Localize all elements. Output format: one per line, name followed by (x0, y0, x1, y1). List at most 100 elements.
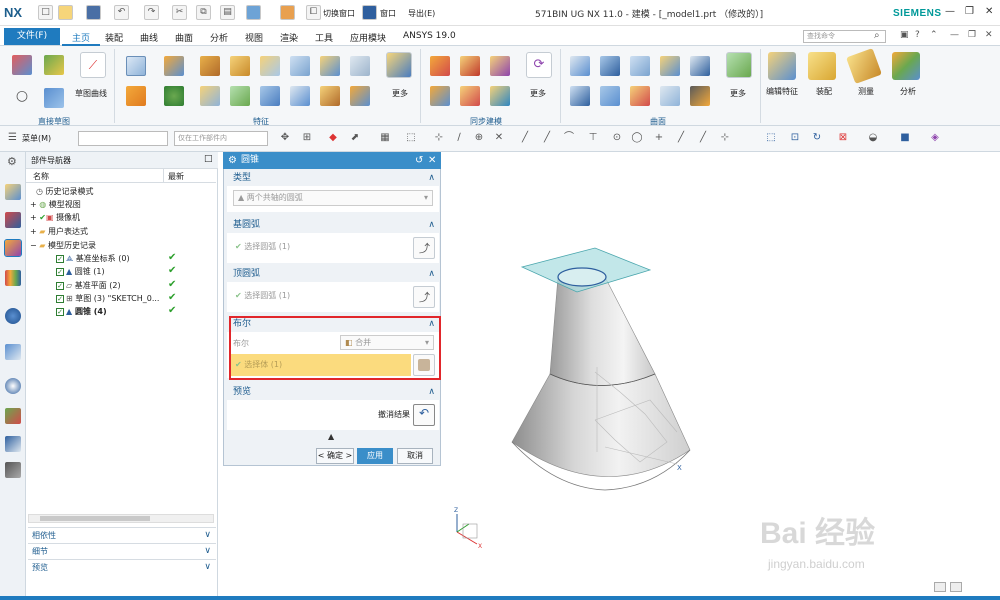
system-scene-icon[interactable] (5, 462, 21, 478)
line2-snap-icon[interactable]: ╱ (540, 131, 554, 145)
panel-dependencies[interactable]: 相依性 ∨ (28, 527, 216, 542)
tree-item-datum-plane[interactable]: ✓ ▱ 基准平面 (2) (56, 279, 121, 292)
assembly-navigator-icon[interactable] (5, 184, 21, 200)
control-point-icon[interactable]: ⊕ (472, 131, 486, 145)
window-icon[interactable] (362, 5, 377, 20)
point-snap-icon[interactable]: ◆ (326, 131, 340, 145)
tangent-icon[interactable]: ⌒ (562, 131, 576, 145)
gear-icon[interactable]: ⚙ (7, 155, 17, 168)
cone-quick-icon[interactable] (246, 5, 261, 20)
sketch-icon[interactable] (12, 55, 32, 75)
circle-snap-icon[interactable]: ◯ (630, 131, 644, 145)
process-studio-icon[interactable] (5, 408, 21, 424)
collapse-ribbon-icon[interactable]: ⌃ (930, 30, 938, 40)
select-base-arc[interactable]: ✔ 选择圆弧 (1) (235, 241, 290, 252)
graphics-window[interactable]: X Z X (445, 152, 1000, 596)
render-style-icon[interactable]: ◒ (866, 131, 880, 145)
reset-icon[interactable]: ↺ (415, 152, 423, 169)
tree-item-cameras[interactable]: + ✔▣ 摄像机 (30, 211, 80, 224)
export-menu[interactable]: 导出(E) (408, 8, 435, 19)
arc-select-icon[interactable]: ⤴ (413, 286, 435, 308)
doc-minimize-icon[interactable]: — (950, 30, 959, 40)
analysis-icon[interactable] (892, 52, 920, 80)
patch-icon[interactable] (690, 86, 710, 106)
through-curves-icon[interactable] (570, 56, 590, 76)
vector-icon[interactable]: ⬈ (348, 131, 362, 145)
filter-icon[interactable]: ⊞ (300, 131, 314, 145)
pull-face-icon[interactable] (460, 56, 480, 76)
quadrant-icon[interactable]: ⊤ (586, 131, 600, 145)
point-on-curve-icon[interactable]: ╱ (674, 131, 688, 145)
zoom-icon[interactable]: ⊡ (788, 131, 802, 145)
tab-render[interactable]: 渲染 (280, 31, 298, 44)
selection-scope-select[interactable]: 仅在工作部件内 (174, 131, 268, 146)
tab-view[interactable]: 视图 (245, 31, 263, 44)
draft-icon[interactable] (260, 86, 280, 106)
tree-item-model-history[interactable]: − ▰ 模型历史记录 (30, 239, 96, 252)
swept-icon[interactable] (600, 56, 620, 76)
tree-item-user-expressions[interactable]: + ▰ 用户表达式 (30, 225, 88, 238)
orient-view-icon[interactable]: ⊠ (836, 131, 850, 145)
bounded-plane-icon[interactable] (660, 56, 680, 76)
assembly-icon[interactable] (808, 52, 836, 80)
chamfer-icon[interactable] (230, 86, 250, 106)
edit-feature-icon[interactable] (768, 52, 796, 80)
tree-item-sketch[interactable]: ✓ ⊞ 草图 (3) "SKETCH_0... (56, 292, 159, 305)
section-top-arc[interactable]: 顶圆弧 ∧ (227, 267, 439, 282)
sketch-curve-icon[interactable]: ⟋ (80, 52, 106, 78)
part-navigator-icon[interactable] (4, 239, 22, 257)
more-options-icon[interactable]: ▲ (328, 432, 334, 441)
layout-icon[interactable]: ▣ (900, 30, 909, 40)
column-name[interactable]: 名称 (33, 171, 49, 182)
shell-icon[interactable] (200, 86, 220, 106)
ruled-icon[interactable] (630, 56, 650, 76)
web-browser-icon[interactable] (5, 308, 21, 324)
scrollbar-thumb[interactable] (40, 516, 150, 521)
tab-assembly[interactable]: 装配 (105, 31, 123, 44)
paste-icon[interactable]: ▤ (220, 5, 235, 20)
sync-more-label[interactable]: 更多 (530, 88, 546, 99)
type-filter-select[interactable] (78, 131, 168, 146)
sketch-extrude-icon[interactable] (44, 88, 64, 108)
roles-icon[interactable] (5, 436, 21, 452)
tab-tools[interactable]: 工具 (315, 31, 333, 44)
section-base-arc[interactable]: 基圆弧 ∧ (227, 218, 439, 233)
new-file-icon[interactable]: □ (38, 5, 53, 20)
menu-icon[interactable]: ☰ (8, 132, 17, 143)
tree-item-cone-4[interactable]: ✓ ▲ 圆锥 (4) (56, 305, 107, 318)
undo-result-icon[interactable]: ↶ (413, 404, 435, 426)
trim-body-icon[interactable] (350, 56, 370, 76)
measure-label[interactable]: 测量 (858, 86, 874, 97)
doc-restore-icon[interactable]: ❐ (968, 30, 976, 40)
move-face-icon[interactable] (430, 56, 450, 76)
redo-icon[interactable]: ↷ (144, 5, 159, 20)
dialog-gear-icon[interactable]: ⚙ (228, 152, 237, 169)
view-cube-icon[interactable]: ■ (898, 131, 912, 145)
apply-button[interactable]: 应用 (357, 448, 393, 464)
block-icon[interactable] (230, 56, 250, 76)
column-latest[interactable]: 最新 (168, 171, 184, 182)
tree-item-cone-1[interactable]: ✓ ▲ 圆锥 (1) (56, 265, 105, 278)
rotate-icon[interactable]: ↻ (810, 131, 824, 145)
hole-icon[interactable] (200, 56, 220, 76)
show-hide-icon[interactable]: ◈ (928, 131, 942, 145)
fullscreen-icon[interactable] (950, 582, 962, 592)
tab-application[interactable]: 应用模块 (350, 31, 386, 44)
tab-analysis[interactable]: 分析 (210, 31, 228, 44)
offset-face-icon[interactable] (350, 86, 370, 106)
tab-home[interactable]: 主页 (72, 31, 90, 44)
unite-icon[interactable] (320, 56, 340, 76)
switch-window-label[interactable]: 切换窗口 (323, 8, 355, 19)
brush-icon[interactable] (280, 5, 295, 20)
offset-region-icon[interactable] (490, 56, 510, 76)
cancel-button[interactable]: 取消 (397, 448, 433, 464)
panel-details[interactable]: 细节 ∨ (28, 543, 216, 558)
search-icon[interactable]: ⌕ (874, 30, 880, 41)
trim-sheet-icon[interactable] (726, 52, 752, 78)
existing-point-icon[interactable]: + (652, 131, 666, 145)
close-icon[interactable]: ✕ (985, 6, 993, 17)
sphere-icon[interactable] (164, 86, 184, 106)
copy-icon[interactable]: ⧉ (196, 5, 211, 20)
arc-center-icon[interactable]: ⊙ (610, 131, 624, 145)
analysis-label[interactable]: 分析 (900, 86, 916, 97)
